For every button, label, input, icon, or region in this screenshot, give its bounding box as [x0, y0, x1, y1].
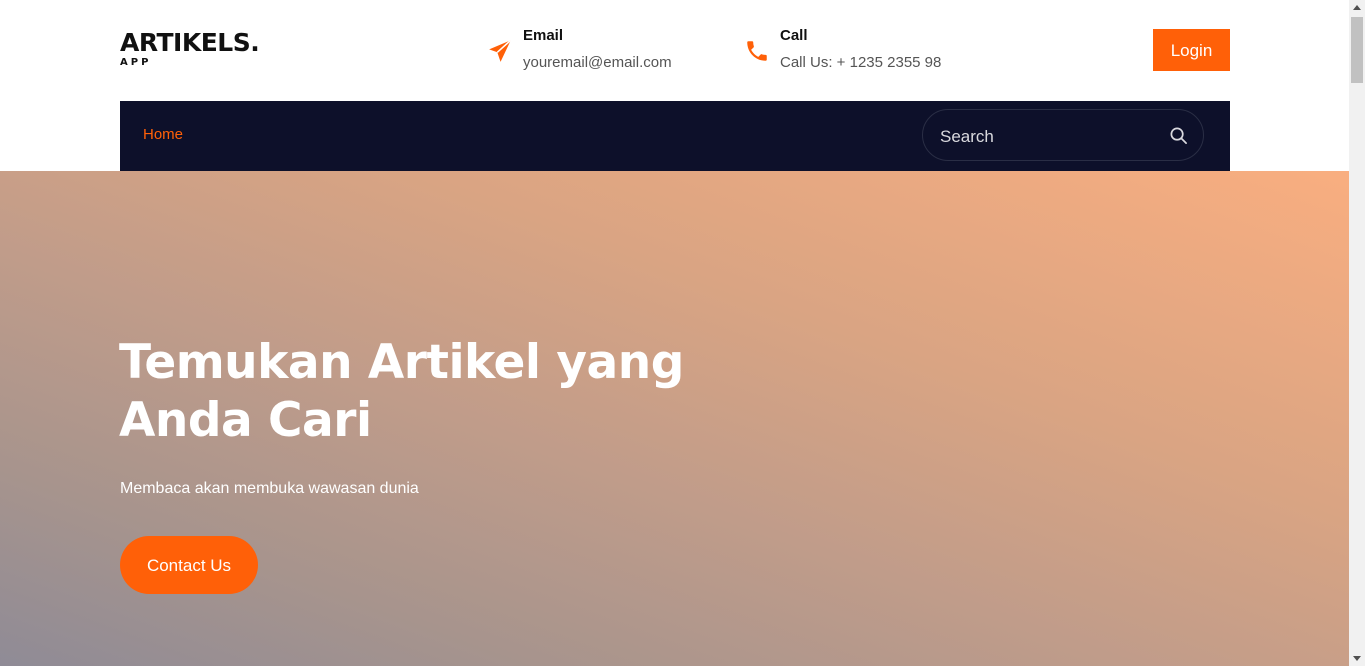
scroll-up-arrow-icon[interactable] [1353, 5, 1361, 10]
paper-plane-icon [489, 39, 512, 62]
scroll-down-arrow-icon[interactable] [1353, 656, 1361, 661]
contact-us-button[interactable]: Contact Us [120, 536, 258, 594]
logo[interactable]: ARTIKELS. APP [120, 28, 260, 69]
email-text: Email youremail@email.com [523, 26, 672, 73]
hero-title: Temukan Artikel yang Anda Cari [119, 335, 684, 448]
logo-title: ARTIKELS. [120, 28, 260, 57]
call-contact: Call Call Us: + 1235 2355 98 [744, 26, 941, 73]
navbar: Home [120, 101, 1230, 171]
email-value[interactable]: youremail@email.com [523, 53, 672, 73]
hero-subtitle: Membaca akan membuka wawasan dunia [120, 480, 419, 497]
search-icon[interactable] [1169, 126, 1188, 145]
call-title: Call [780, 27, 808, 44]
email-contact: Email youremail@email.com [487, 26, 672, 73]
scrollbar-thumb[interactable] [1351, 17, 1363, 83]
search-box [922, 109, 1204, 161]
page: ARTIKELS. APP Email youremail@email.com … [0, 0, 1349, 666]
login-button[interactable]: Login [1153, 29, 1230, 71]
phone-icon [747, 41, 767, 61]
vertical-scrollbar[interactable] [1349, 0, 1365, 666]
call-text: Call Call Us: + 1235 2355 98 [780, 26, 941, 73]
logo-subtitle: APP [120, 57, 152, 68]
search-input[interactable] [938, 123, 1162, 151]
top-header: ARTIKELS. APP Email youremail@email.com … [0, 0, 1349, 101]
call-value[interactable]: Call Us: + 1235 2355 98 [780, 53, 941, 73]
nav-item-home[interactable]: Home [143, 125, 183, 145]
email-title: Email [523, 27, 564, 44]
